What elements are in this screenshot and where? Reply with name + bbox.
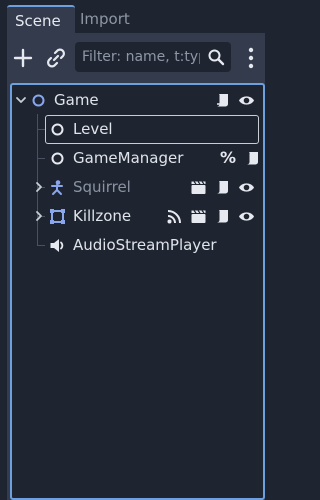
script-icon[interactable]: [214, 92, 231, 109]
chevron-right-icon[interactable]: [33, 210, 45, 222]
tab-import[interactable]: Import: [72, 5, 138, 33]
script-icon[interactable]: [214, 179, 231, 196]
unique-name-percent[interactable]: %: [220, 148, 236, 167]
node-circle-icon: [32, 94, 45, 107]
speaker-icon: [50, 239, 64, 252]
tree-node-label: Squirrel: [73, 178, 131, 196]
script-icon[interactable]: [214, 208, 231, 225]
tree-node-label: GameManager: [73, 149, 184, 167]
tree-row-squirrel[interactable]: Squirrel: [12, 173, 263, 202]
dock-tab-bar: Scene Import: [0, 0, 265, 35]
area2d-icon: [50, 209, 65, 224]
plus-icon[interactable]: [12, 47, 34, 69]
node-circle-icon: [51, 123, 64, 136]
instanced-scene-icon[interactable]: [190, 179, 207, 196]
tab-scene[interactable]: Scene: [7, 5, 75, 35]
visibility-eye-icon[interactable]: [238, 92, 255, 109]
scene-tree[interactable]: Game Level GameManager % Squirrel Killzo…: [10, 83, 265, 500]
filter-field[interactable]: [75, 42, 231, 72]
tree-row-killzone[interactable]: Killzone: [12, 202, 263, 231]
search-icon: [208, 49, 225, 66]
tree-node-label: Level: [73, 120, 113, 138]
tree-node-label: AudioStreamPlayer: [73, 236, 217, 254]
tree-row-gamemanager[interactable]: GameManager %: [12, 144, 263, 173]
filter-input[interactable]: [82, 42, 200, 72]
script-icon[interactable]: [244, 150, 261, 167]
tree-row-game[interactable]: Game: [12, 86, 263, 115]
tree-node-label: Game: [54, 91, 99, 109]
chevron-right-icon[interactable]: [33, 181, 45, 193]
kebab-menu-icon[interactable]: [245, 46, 257, 70]
scene-dock-panel: Game Level GameManager %: [7, 33, 265, 500]
signal-icon[interactable]: [166, 208, 183, 225]
visibility-eye-icon[interactable]: [238, 179, 255, 196]
tree-row-audiostreamplayer[interactable]: AudioStreamPlayer: [12, 231, 263, 260]
node-circle-icon: [51, 152, 64, 165]
character-body-icon: [51, 180, 63, 195]
visibility-eye-icon[interactable]: [238, 208, 255, 225]
tree-row-level[interactable]: Level: [12, 115, 263, 144]
chevron-down-icon[interactable]: [15, 94, 27, 106]
link-icon[interactable]: [45, 47, 67, 69]
scene-toolbar: [7, 33, 265, 83]
tree-node-label: Killzone: [73, 207, 132, 225]
instanced-scene-icon[interactable]: [190, 208, 207, 225]
